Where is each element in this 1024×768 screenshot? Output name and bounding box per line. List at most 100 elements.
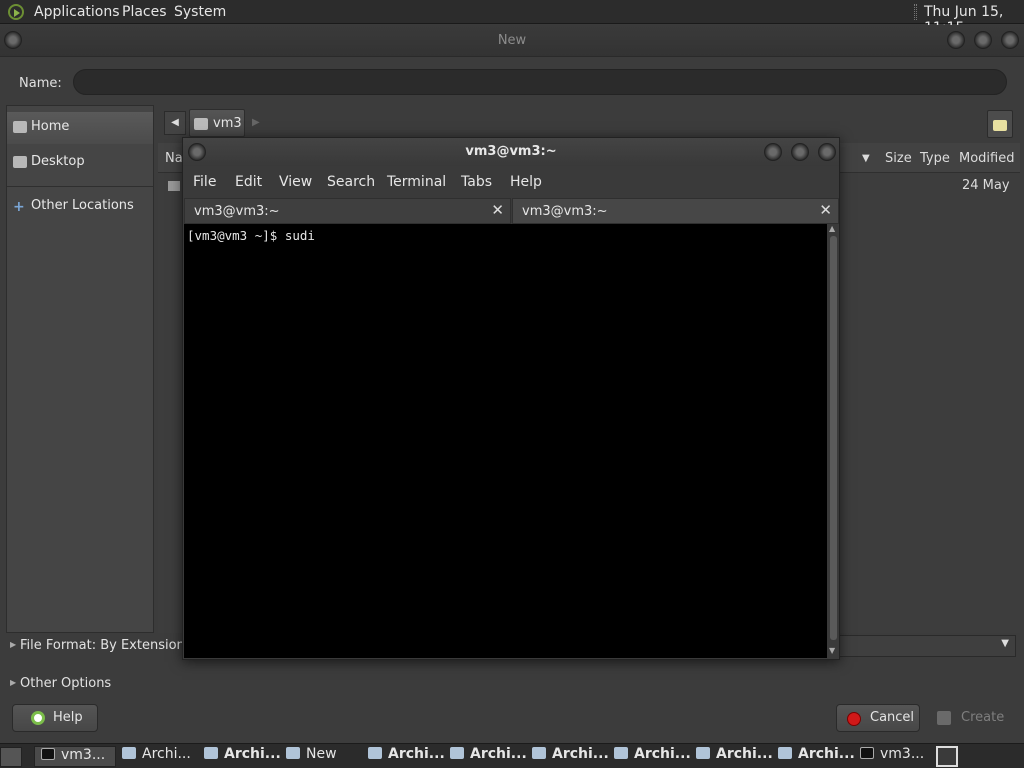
task-archive[interactable]: Archi... [450,746,527,767]
maximize-icon[interactable] [791,143,809,161]
close-icon[interactable]: ✕ [819,201,832,219]
menu-help[interactable]: Help [510,174,542,190]
archive-icon [696,747,710,759]
task-terminal-2[interactable]: vm3... [860,746,924,767]
task-archive[interactable]: Archi... [122,746,191,767]
terminal-icon [41,748,55,760]
task-label: Archi... [634,746,691,762]
taskbar: vm3... Archi... Archi... New Archi... Ar… [0,743,1024,768]
menu-terminal[interactable]: Terminal [387,174,446,190]
scroll-down-icon[interactable]: ▼ [829,646,835,655]
close-icon[interactable] [818,143,836,161]
archive-icon [532,747,546,759]
new-folder-button[interactable] [987,110,1013,138]
terminal-tab-2[interactable]: vm3@vm3:~ ✕ [512,198,839,224]
cancel-icon [847,712,861,726]
create-button[interactable]: Create [926,704,1014,732]
task-new-dialog[interactable]: New [286,746,337,767]
help-button[interactable]: Help [12,704,98,732]
create-button-label: Create [961,710,1005,725]
archive-icon [204,747,218,759]
task-label: New [306,746,337,762]
sidebar-item-home[interactable]: Home [7,112,153,144]
panel-separator [914,4,917,20]
menu-edit[interactable]: Edit [235,174,262,190]
task-label: Archi... [798,746,855,762]
maximize-icon[interactable] [974,31,992,49]
sidebar-divider [7,186,153,187]
task-archive[interactable]: Archi... [204,746,281,767]
close-icon[interactable]: ✕ [491,201,504,219]
menu-system[interactable]: System [174,4,226,20]
task-archive[interactable]: Archi... [614,746,691,767]
desktop-folder-icon [13,156,27,168]
path-crumb-vm3[interactable]: vm3 [189,109,245,137]
terminal-scrollbar[interactable]: ▲ ▼ [827,224,839,658]
cancel-button-label: Cancel [870,710,915,725]
menu-search[interactable]: Search [327,174,375,190]
dialog-titlebar[interactable]: New [0,25,1024,57]
archive-icon [122,747,136,759]
tab-label: vm3@vm3:~ [194,204,280,219]
minimize-icon[interactable] [947,31,965,49]
terminal-titlebar[interactable]: vm3@vm3:~ [183,138,839,166]
menu-tabs[interactable]: Tabs [461,174,492,190]
workspace-switcher[interactable] [936,746,958,767]
close-icon[interactable] [1001,31,1019,49]
expander-arrow-icon[interactable]: ▶ [10,640,16,649]
path-forward-button[interactable]: ▶ [252,117,260,128]
task-label: Archi... [470,746,527,762]
terminal-menubar: File Edit View Search Terminal Tabs Help [183,168,839,196]
terminal-title: vm3@vm3:~ [465,144,557,159]
task-label: Archi... [142,746,191,762]
terminal-prompt-line: [vm3@vm3 ~]$ sudi [187,228,315,243]
menu-places[interactable]: Places [122,4,167,20]
terminal-screen[interactable]: [vm3@vm3 ~]$ sudi [184,224,827,658]
create-icon [937,711,951,725]
applications-logo-icon[interactable] [8,4,24,20]
cancel-button[interactable]: Cancel [836,704,920,732]
terminal-tab-1[interactable]: vm3@vm3:~ ✕ [184,198,511,224]
task-archive[interactable]: Archi... [368,746,445,767]
column-size[interactable]: Size [885,151,912,166]
task-terminal[interactable]: vm3... [34,746,116,767]
path-back-button[interactable]: ◀ [164,111,186,135]
archive-icon [450,747,464,759]
column-type[interactable]: Type [920,151,950,166]
home-folder-icon [194,118,208,130]
path-bar: ◀ vm3 ▶ [164,109,270,137]
expander-arrow-icon[interactable]: ▶ [10,678,16,687]
terminal-window: vm3@vm3:~ File Edit View Search Terminal… [182,137,840,660]
dialog-icon [286,747,300,759]
sidebar-item-desktop[interactable]: Desktop [7,147,153,179]
task-archive[interactable]: Archi... [778,746,855,767]
menu-file[interactable]: File [193,174,216,190]
task-label: vm3... [61,747,106,763]
scrollbar-thumb[interactable] [830,236,837,640]
sort-chevron-down-icon[interactable]: ▼ [862,153,870,164]
column-name[interactable]: Na [165,151,183,166]
column-modified[interactable]: Modified [959,151,1014,166]
file-format-combo[interactable]: ▼ [838,635,1016,657]
show-desktop-icon[interactable] [0,747,22,767]
name-input[interactable] [73,69,1007,95]
other-options-expander[interactable]: Other Options [20,676,111,691]
menu-view[interactable]: View [279,174,312,190]
minimize-icon[interactable] [764,143,782,161]
task-archive[interactable]: Archi... [696,746,773,767]
name-label: Name: [19,76,62,91]
chevron-down-icon: ▼ [1001,638,1009,649]
task-label: vm3... [880,746,925,762]
folder-icon [168,181,180,191]
menu-applications[interactable]: Applications [34,4,120,20]
task-label: Archi... [716,746,773,762]
sidebar-item-label: Desktop [31,154,85,169]
scroll-up-icon[interactable]: ▲ [829,224,835,233]
file-row-modified[interactable]: 24 May [962,178,1010,193]
places-sidebar: Home Desktop Other Locations + [6,105,154,633]
task-archive[interactable]: Archi... [532,746,609,767]
dialog-title: New [497,33,527,48]
sidebar-item-other-locations[interactable]: Other Locations [7,190,153,222]
file-format-label[interactable]: File Format: By Extension [20,638,185,653]
plus-icon: + [13,199,25,215]
